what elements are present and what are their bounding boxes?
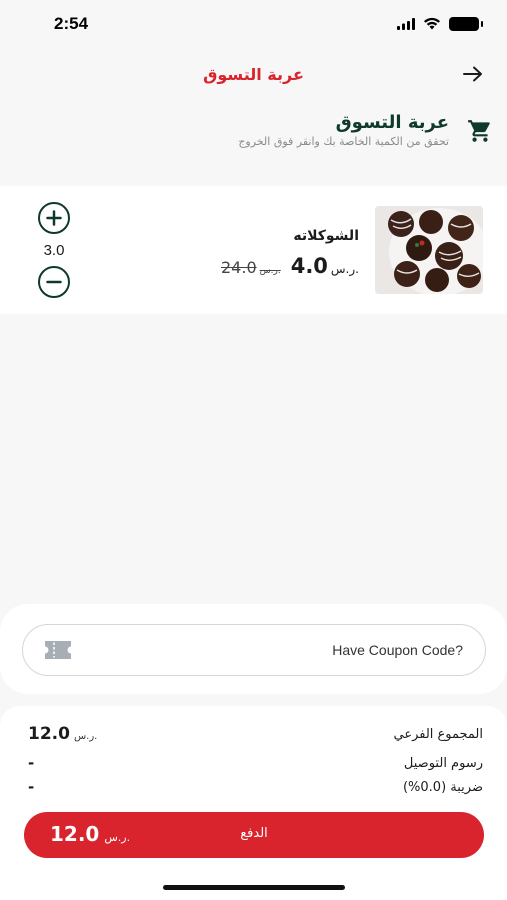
old-price: 24.0 ر.س. bbox=[221, 258, 281, 277]
subtotal-amount: 12.0 bbox=[28, 724, 70, 744]
current-price-currency: ر.س. bbox=[330, 262, 359, 276]
cart-header-text: عربة التسوق تحقق من الكمية الخاصة بك وان… bbox=[238, 112, 449, 162]
cart-header: عربة التسوق تحقق من الكمية الخاصة بك وان… bbox=[73, 112, 493, 162]
status-icons bbox=[397, 15, 483, 34]
current-price: 4.0 ر.س. bbox=[291, 254, 359, 278]
tax-label: ضريبة (0.0%) bbox=[402, 779, 483, 795]
plus-circle-icon bbox=[46, 210, 62, 226]
coupon-label: Have Coupon Code? bbox=[332, 642, 463, 658]
wifi-icon bbox=[423, 15, 441, 34]
quantity-value: 3.0 bbox=[43, 241, 65, 259]
status-time: 2:54 bbox=[54, 14, 89, 33]
delivery-label: رسوم التوصيل bbox=[403, 755, 483, 771]
product-name: الشوكلاته bbox=[293, 228, 359, 244]
pay-button-label: الدفع bbox=[240, 826, 268, 841]
cart-subtitle: تحقق من الكمية الخاصة بك وانقر فوق الخرو… bbox=[238, 135, 449, 148]
coupon-code-field[interactable]: Have Coupon Code? bbox=[22, 624, 486, 676]
coupon-panel: Have Coupon Code? bbox=[0, 604, 507, 694]
cart-title: عربة التسوق bbox=[335, 112, 449, 133]
decrease-quantity-button[interactable] bbox=[38, 266, 70, 298]
old-price-currency: ر.س. bbox=[259, 266, 281, 276]
product-image bbox=[375, 206, 483, 294]
app-bar-title: عربة التسوق bbox=[203, 64, 304, 84]
cart-item-card: الشوكلاته 24.0 ر.س. 4.0 ر.س. 3.0 bbox=[0, 186, 507, 314]
order-summary: 12.0 ر.س. المجموع الفرعي - رسوم التوصيل … bbox=[0, 706, 507, 900]
tax-value: - bbox=[28, 778, 35, 796]
home-indicator bbox=[163, 885, 345, 890]
arrow-right-icon bbox=[463, 66, 482, 82]
old-price-amount: 24.0 bbox=[221, 258, 257, 277]
status-bar: 2:54 bbox=[0, 0, 507, 48]
subtotal-label: المجموع الفرعي bbox=[393, 726, 483, 742]
app-bar: عربة التسوق bbox=[0, 52, 507, 96]
cellular-icon bbox=[397, 15, 415, 34]
battery-icon bbox=[449, 17, 483, 31]
subtotal-row: 12.0 ر.س. المجموع الفرعي bbox=[28, 724, 483, 744]
minus-circle-icon bbox=[46, 280, 62, 284]
pay-button[interactable]: 12.0 ر.س. الدفع bbox=[24, 812, 484, 858]
subtotal-currency: ر.س. bbox=[73, 731, 98, 742]
increase-quantity-button[interactable] bbox=[38, 202, 70, 234]
delivery-value: - bbox=[28, 754, 35, 772]
quantity-stepper: 3.0 bbox=[36, 202, 72, 298]
subtotal-value: 12.0 ر.س. bbox=[28, 724, 97, 744]
cart-icon bbox=[468, 120, 490, 142]
back-button[interactable] bbox=[461, 62, 485, 86]
tax-row: - ضريبة (0.0%) bbox=[28, 778, 483, 796]
current-price-amount: 4.0 bbox=[290, 254, 328, 278]
coupon-ticket-icon bbox=[45, 641, 71, 659]
delivery-row: - رسوم التوصيل bbox=[28, 754, 483, 772]
price-row: 24.0 ر.س. 4.0 ر.س. bbox=[221, 254, 359, 278]
